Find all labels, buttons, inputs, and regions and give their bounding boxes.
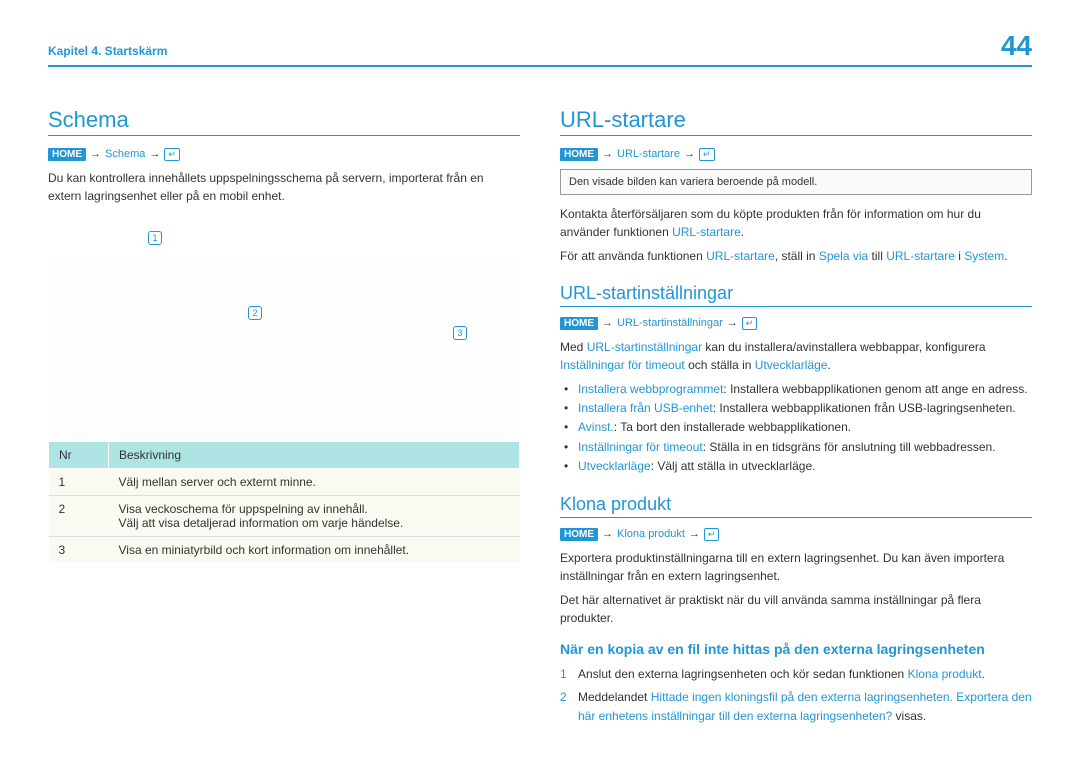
diagram-marker-1: 1 [148, 231, 162, 245]
model-note: Den visade bilden kan variera beroende p… [560, 169, 1032, 195]
right-column: URL-startare HOME→URL-startare→↵ Den vis… [560, 97, 1032, 731]
clone-intro-2: Det här alternativet är praktiskt när du… [560, 591, 1032, 627]
row-desc: Visa en miniatyrbild och kort informatio… [109, 537, 520, 564]
list-item: Meddelandet Hittade ingen kloningsfil på… [560, 688, 1032, 726]
clone-product-heading: Klona produkt [560, 494, 1032, 518]
page-number: 44 [1001, 30, 1032, 62]
row-num: 2 [49, 496, 109, 537]
url-settings-heading: URL-startinställningar [560, 283, 1032, 307]
schema-breadcrumb: HOME→Schema→↵ [48, 148, 520, 161]
diagram-marker-2: 2 [248, 306, 262, 320]
url-launcher-breadcrumb: HOME→URL-startare→↵ [560, 148, 1032, 161]
list-item: Installera webbprogrammet: Installera we… [574, 380, 1032, 399]
chapter-label: Kapitel 4. Startskärm [48, 44, 167, 58]
url-contact-text: Kontakta återförsäljaren som du köpte pr… [560, 205, 1032, 241]
no-file-steps: Anslut den externa lagringsenheten och k… [560, 665, 1032, 727]
row-num: 3 [49, 537, 109, 564]
url-settings-breadcrumb: HOME→URL-startinställningar→↵ [560, 317, 1032, 330]
enter-icon: ↵ [742, 317, 758, 330]
row-desc: Visa veckoschema för uppspelning av inne… [109, 496, 520, 537]
row-num: 1 [49, 469, 109, 496]
schema-table: Nr Beskrivning 1 Välj mellan server och … [48, 441, 520, 563]
home-badge: HOME [560, 528, 598, 541]
th-nr: Nr [49, 442, 109, 469]
enter-icon: ↵ [164, 148, 180, 161]
list-item: Installera från USB-enhet: Installera we… [574, 399, 1032, 418]
home-badge: HOME [560, 317, 598, 330]
bc-clone: Klona produkt [617, 528, 685, 540]
list-item: Utvecklarläge: Välj att ställa in utveck… [574, 457, 1032, 476]
bc-url-launcher: URL-startare [617, 148, 680, 160]
diagram-marker-3: 3 [453, 326, 467, 340]
enter-icon: ↵ [704, 528, 720, 541]
enter-icon: ↵ [699, 148, 715, 161]
url-settings-list: Installera webbprogrammet: Installera we… [560, 380, 1032, 476]
no-file-heading: När en kopia av en fil inte hittas på de… [560, 641, 1032, 657]
home-badge: HOME [48, 148, 86, 161]
schema-heading: Schema [48, 107, 520, 136]
url-settings-intro: Med URL-startinställningar kan du instal… [560, 338, 1032, 374]
page-header: Kapitel 4. Startskärm 44 [48, 30, 1032, 67]
clone-intro-1: Exportera produktinställningarna till en… [560, 549, 1032, 585]
row-desc: Välj mellan server och externt minne. [109, 469, 520, 496]
th-desc: Beskrivning [109, 442, 520, 469]
table-row: 1 Välj mellan server och externt minne. [49, 469, 520, 496]
url-launcher-heading: URL-startare [560, 107, 1032, 136]
left-column: Schema HOME→Schema→↵ Du kan kontrollera … [48, 97, 520, 731]
list-item: Inställningar för timeout: Ställa in en … [574, 438, 1032, 457]
table-row: 3 Visa en miniatyrbild och kort informat… [49, 537, 520, 564]
schema-intro: Du kan kontrollera innehållets uppspelni… [48, 169, 520, 205]
schema-diagram: 1 2 3 [48, 211, 520, 441]
list-item: Avinst.: Ta bort den installerade webbap… [574, 418, 1032, 437]
clone-breadcrumb: HOME→Klona produkt→↵ [560, 528, 1032, 541]
home-badge: HOME [560, 148, 598, 161]
list-item: Anslut den externa lagringsenheten och k… [560, 665, 1032, 684]
bc-url-settings: URL-startinställningar [617, 317, 723, 329]
bc-schema: Schema [105, 148, 145, 160]
url-usage-text: För att använda funktionen URL-startare,… [560, 247, 1032, 265]
table-row: 2 Visa veckoschema för uppspelning av in… [49, 496, 520, 537]
